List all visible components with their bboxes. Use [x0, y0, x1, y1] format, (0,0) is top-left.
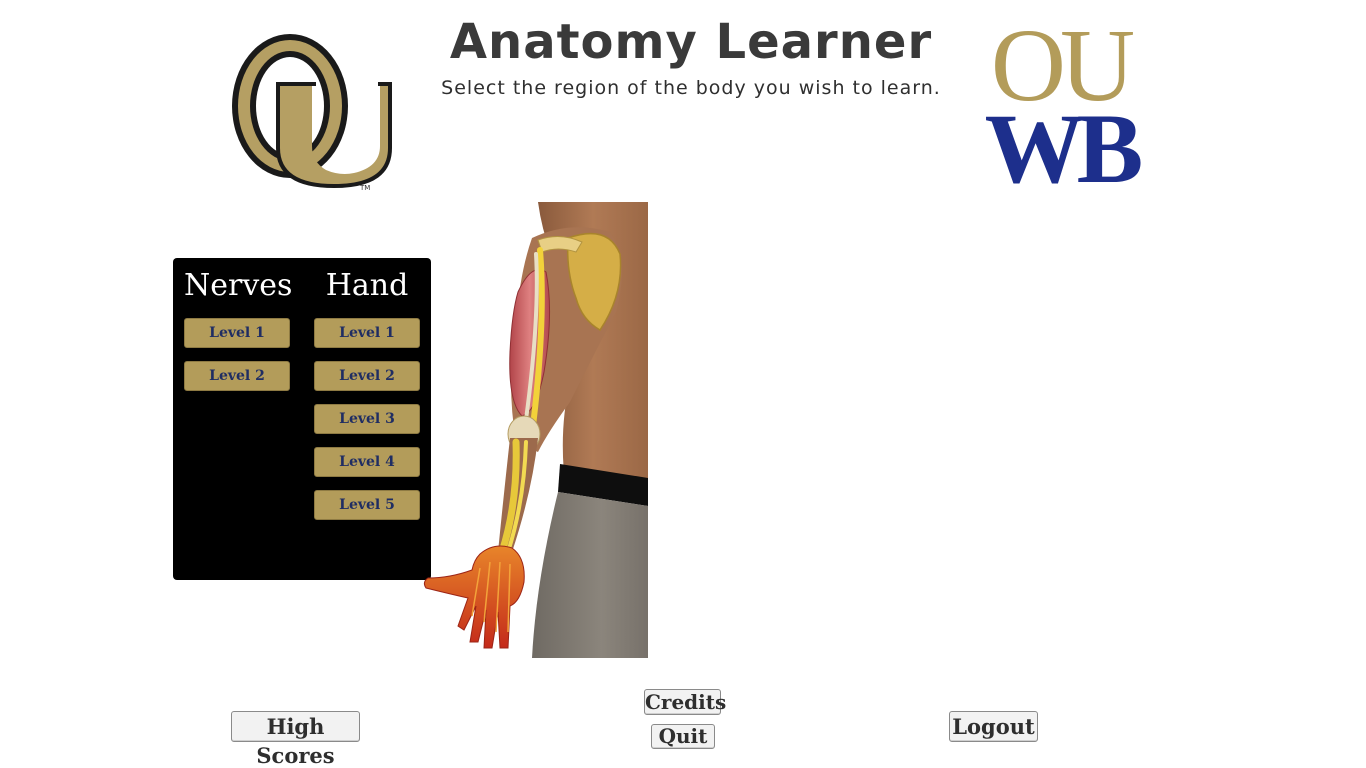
ouwb-logo-icon: OU WB	[985, 14, 1148, 190]
hand-level-4-button[interactable]: Level 4	[314, 447, 420, 477]
ou-monogram-logo-icon: TM	[232, 34, 392, 192]
hand-level-3-button[interactable]: Level 3	[314, 404, 420, 434]
page-subtitle: Select the region of the body you wish t…	[441, 77, 941, 99]
logout-button[interactable]: Logout	[949, 711, 1038, 742]
nerves-column: Nerves Level 1 Level 2	[184, 258, 293, 391]
credits-button[interactable]: Credits	[644, 689, 726, 715]
quit-button[interactable]: Quit	[651, 724, 715, 749]
svg-text:WB: WB	[985, 93, 1141, 190]
svg-text:TM: TM	[359, 184, 370, 192]
hand-level-5-button[interactable]: Level 5	[314, 490, 420, 520]
app-stage: Anatomy Learner Select the region of the…	[0, 0, 1366, 768]
level-menu-panel: Nerves Level 1 Level 2 Hand Level 1 Leve…	[173, 258, 431, 580]
high-scores-button[interactable]: High Scores	[231, 711, 360, 768]
hand-column: Hand Level 1 Level 2 Level 3 Level 4 Lev…	[314, 258, 420, 520]
nerves-heading: Nerves	[184, 268, 293, 303]
nerves-level-1-button[interactable]: Level 1	[184, 318, 290, 348]
page-title: Anatomy Learner	[449, 14, 933, 70]
nerves-level-2-button[interactable]: Level 2	[184, 361, 290, 391]
hand-level-1-button[interactable]: Level 1	[314, 318, 420, 348]
hand-level-2-button[interactable]: Level 2	[314, 361, 420, 391]
arm-anatomy-illustration-icon[interactable]	[420, 202, 648, 660]
hand-heading: Hand	[325, 268, 409, 303]
